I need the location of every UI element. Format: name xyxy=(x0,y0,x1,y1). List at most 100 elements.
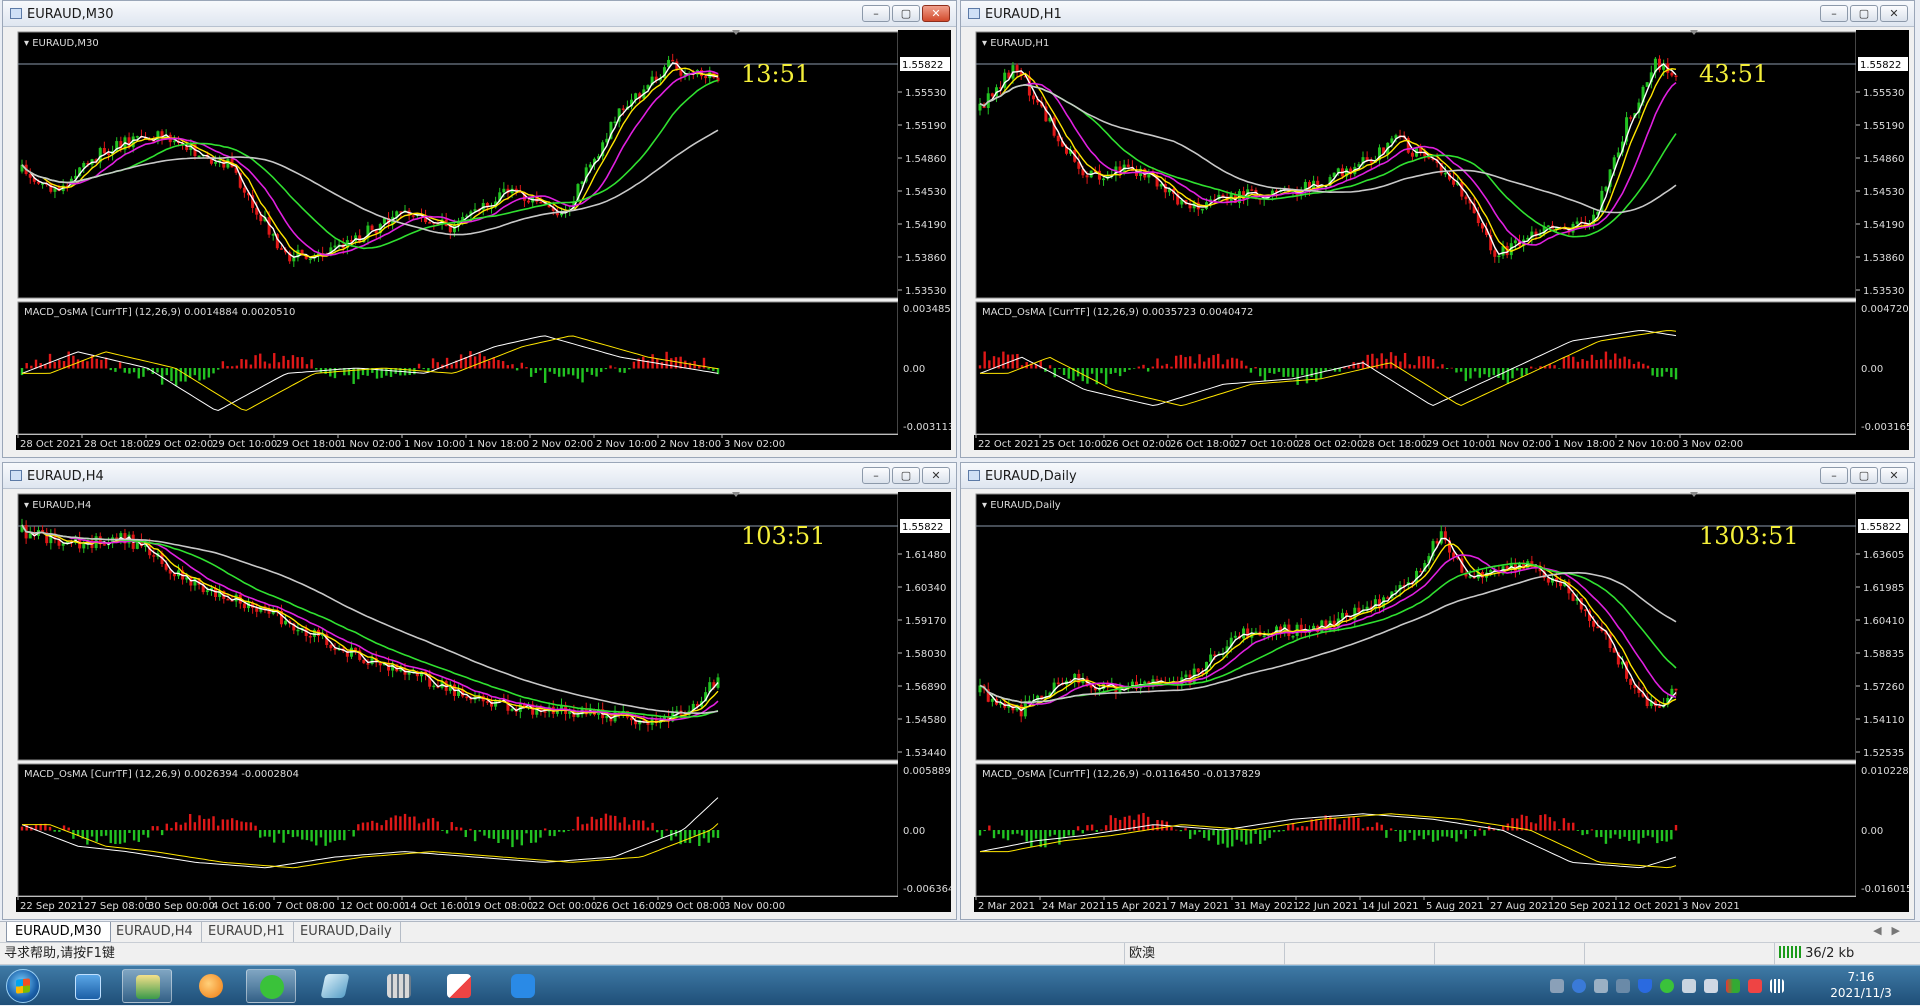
candle-body xyxy=(485,701,489,703)
close-button[interactable]: ✕ xyxy=(1880,5,1908,22)
histogram-bar xyxy=(301,357,304,369)
chart-area[interactable]: 1.63605 1.61985 1.60410 1.58835 1.57260 1.541… xyxy=(974,492,1909,912)
histogram-bar xyxy=(30,365,33,369)
taskbar-app-book[interactable] xyxy=(310,969,360,1003)
indicator-level-label: -0.003165 xyxy=(1861,422,1909,433)
histogram-bar xyxy=(1483,830,1486,836)
chart-canvas[interactable]: 1.63605 1.61985 1.60410 1.58835 1.57260 1.541… xyxy=(974,492,1909,912)
histogram-bar xyxy=(114,368,117,372)
minimize-button[interactable]: – xyxy=(862,467,890,484)
histogram-bar xyxy=(1146,816,1150,831)
histogram-bar xyxy=(1394,830,1397,832)
candle-body xyxy=(580,181,584,185)
histogram-bar xyxy=(1371,826,1374,831)
chart-window-m30[interactable]: EURAUD,M30 – ▢ ✕ 1.55530 1.55190 1.54860 1.… xyxy=(2,0,957,458)
histogram-bar xyxy=(1259,830,1262,844)
histogram-bar xyxy=(109,830,112,844)
tab-euraud-h4[interactable]: EURAUD,H4 xyxy=(108,922,202,942)
candle-body xyxy=(362,659,366,664)
chart-canvas[interactable]: 1.55530 1.55190 1.54860 1.54530 1.54190 1.538… xyxy=(16,30,951,450)
taskbar-app-calculator[interactable] xyxy=(374,969,424,1003)
tray-tool-icon[interactable] xyxy=(1616,979,1630,993)
maximize-button[interactable]: ▢ xyxy=(1850,5,1878,22)
chart-area[interactable]: 1.61480 1.60340 1.59170 1.58030 1.56890 1.545… xyxy=(16,492,951,912)
tray-signal-icon[interactable] xyxy=(1770,979,1784,993)
window-titlebar[interactable]: EURAUD,H4 – ▢ ✕ xyxy=(3,463,956,489)
time-label: 29 Oct 02:00 xyxy=(148,439,213,450)
taskbar-app-paint[interactable] xyxy=(434,969,484,1003)
taskbar-app-computer[interactable] xyxy=(62,969,112,1003)
tray-network-icon[interactable] xyxy=(1682,979,1696,993)
histogram-bar xyxy=(1600,830,1603,837)
window-titlebar[interactable]: EURAUD,M30 – ▢ ✕ xyxy=(3,1,956,27)
histogram-bar xyxy=(567,368,570,375)
chart-area[interactable]: 1.55530 1.55190 1.54860 1.54530 1.54190 1.538… xyxy=(974,30,1909,450)
close-button[interactable]: ✕ xyxy=(922,5,950,22)
maximize-button[interactable]: ▢ xyxy=(892,5,920,22)
minimize-button[interactable]: – xyxy=(862,5,890,22)
tray-flag-icon[interactable] xyxy=(1726,979,1740,993)
taskbar-clock[interactable]: 7:16 2021/11/3 xyxy=(1826,969,1896,1001)
maximize-button[interactable]: ▢ xyxy=(892,467,920,484)
candle-body xyxy=(102,148,106,154)
time-label: 2 Nov 10:00 xyxy=(1618,439,1679,450)
histogram-bar xyxy=(1656,368,1659,377)
histogram-bar xyxy=(427,368,430,372)
tray-keyboard-icon[interactable] xyxy=(1550,979,1564,993)
minimize-button[interactable]: – xyxy=(1820,467,1848,484)
chart-window-daily[interactable]: EURAUD,Daily – ▢ ✕ 1.63605 1.61985 1.60410… xyxy=(960,462,1915,920)
candle-body xyxy=(1443,172,1447,175)
chart-canvas[interactable]: 1.61480 1.60340 1.59170 1.58030 1.56890 1.545… xyxy=(16,492,951,912)
tab-scroll-arrows[interactable]: ◀▶ xyxy=(1873,924,1910,937)
tab-euraud-h1[interactable]: EURAUD,H1 xyxy=(200,922,294,942)
tab-euraud-daily[interactable]: EURAUD,Daily xyxy=(292,922,401,942)
histogram-bar xyxy=(1445,368,1449,370)
tray-volume-icon[interactable] xyxy=(1704,979,1718,993)
histogram-bar xyxy=(656,830,659,833)
histogram-bar xyxy=(992,356,996,369)
tab-euraud-m30[interactable]: EURAUD,M30 xyxy=(6,922,111,942)
taskbar-app-note[interactable] xyxy=(498,969,548,1003)
taskbar-app-wechat[interactable] xyxy=(246,969,296,1003)
histogram-bar xyxy=(1632,363,1636,369)
histogram-bar xyxy=(483,830,486,836)
tray-wechat-icon[interactable] xyxy=(1660,979,1674,993)
browser-icon xyxy=(199,974,223,998)
start-button[interactable] xyxy=(6,969,40,1003)
histogram-bar xyxy=(422,822,425,831)
status-empty xyxy=(1584,943,1774,965)
close-button[interactable]: ✕ xyxy=(1880,467,1908,484)
histogram-bar xyxy=(1628,830,1631,841)
maximize-button[interactable]: ▢ xyxy=(1850,467,1878,484)
tray-mute-icon[interactable] xyxy=(1748,979,1762,993)
histogram-bar xyxy=(1576,361,1580,369)
window-titlebar[interactable]: EURAUD,Daily – ▢ ✕ xyxy=(961,463,1914,489)
chart-window-h1[interactable]: EURAUD,H1 – ▢ ✕ 1.55530 1.55190 1.54860 1.5… xyxy=(960,0,1915,458)
histogram-bar xyxy=(1329,368,1332,369)
tray-help-icon[interactable] xyxy=(1572,979,1586,993)
histogram-bar xyxy=(1006,354,1010,369)
close-button[interactable]: ✕ xyxy=(922,467,950,484)
taskbar-app-browser[interactable] xyxy=(186,969,236,1003)
terminal-window: EURAUD,M30 – ▢ ✕ 1.55530 1.55190 1.54860 1.… xyxy=(0,0,1920,1005)
chart-window-h4[interactable]: EURAUD,H4 – ▢ ✕ 1.61480 1.60340 1.59170 1.5… xyxy=(2,462,957,920)
histogram-bar xyxy=(408,368,411,375)
chart-canvas[interactable]: 1.55530 1.55190 1.54860 1.54530 1.54190 1.538… xyxy=(974,30,1909,450)
candle-body xyxy=(1583,609,1587,611)
histogram-bar xyxy=(132,368,136,373)
histogram-bar xyxy=(235,820,239,831)
histogram-bar xyxy=(1128,368,1131,370)
tray-shield-icon[interactable] xyxy=(1638,979,1652,993)
histogram-bar xyxy=(1674,824,1678,831)
histogram-bar xyxy=(1160,365,1164,369)
window-title: EURAUD,Daily xyxy=(985,469,1077,484)
chart-area[interactable]: 1.55530 1.55190 1.54860 1.54530 1.54190 1.538… xyxy=(16,30,951,450)
tray-settings-icon[interactable] xyxy=(1594,979,1608,993)
histogram-bar xyxy=(1142,364,1145,369)
taskbar-app-explorer[interactable] xyxy=(122,969,172,1003)
window-titlebar[interactable]: EURAUD,H1 – ▢ ✕ xyxy=(961,1,1914,27)
histogram-bar xyxy=(1123,368,1127,372)
status-empty xyxy=(1434,943,1584,965)
histogram-bar xyxy=(1436,830,1439,841)
minimize-button[interactable]: – xyxy=(1820,5,1848,22)
